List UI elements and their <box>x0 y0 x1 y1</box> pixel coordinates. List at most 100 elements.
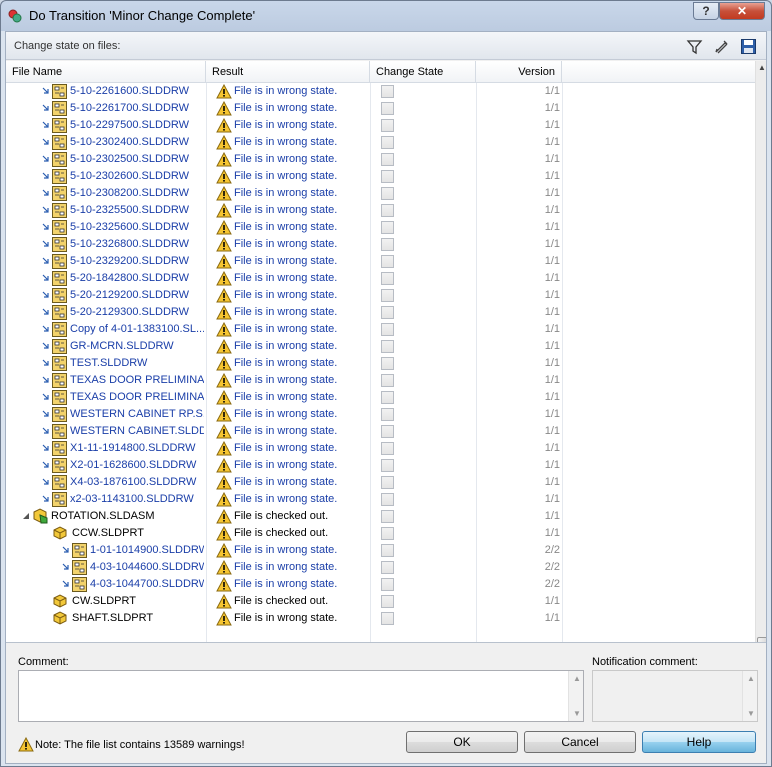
change-state-checkbox[interactable] <box>381 578 394 591</box>
table-row[interactable]: 5-10-2261700.SLDDRW File is in wrong stat… <box>6 100 751 117</box>
version-text: 1/1 <box>544 391 560 403</box>
file-name: GR-MCRN.SLDDRW <box>70 340 174 352</box>
table-row[interactable]: 5-10-2302600.SLDDRW File is in wrong stat… <box>6 168 751 185</box>
change-state-checkbox[interactable] <box>381 323 394 336</box>
table-row[interactable]: 5-10-2308200.SLDDRW File is in wrong stat… <box>6 185 751 202</box>
change-state-checkbox[interactable] <box>381 459 394 472</box>
change-state-checkbox[interactable] <box>381 170 394 183</box>
table-row[interactable]: X2-01-1628600.SLDDRW File is in wrong sta… <box>6 457 751 474</box>
table-row[interactable]: 5-20-2129200.SLDDRW File is in wrong stat… <box>6 287 751 304</box>
table-row[interactable]: TEXAS DOOR PRELIMINA... File is in wrong … <box>6 389 751 406</box>
table-row[interactable]: 5-10-2326800.SLDDRW File is in wrong stat… <box>6 236 751 253</box>
change-state-checkbox[interactable] <box>381 612 394 625</box>
change-state-checkbox[interactable] <box>381 340 394 353</box>
file-name: 5-10-2329200.SLDDRW <box>70 255 190 267</box>
close-button[interactable]: ✕ <box>719 2 765 20</box>
file-list[interactable]: File Name Result Change State Version 5-… <box>6 61 766 643</box>
table-row[interactable]: WESTERN CABINET.SLDD... File is in wrong … <box>6 423 751 440</box>
change-state-checkbox[interactable] <box>381 102 394 115</box>
change-state-checkbox[interactable] <box>381 153 394 166</box>
table-row[interactable]: 1-01-1014900.SLDDRW File is in wrong stat… <box>6 542 751 559</box>
result-text: File is in wrong state. <box>234 357 338 369</box>
column-file-name[interactable]: File Name <box>6 61 206 83</box>
comment-field[interactable]: ▲ ▼ <box>18 670 584 722</box>
edit-columns-icon[interactable] <box>713 38 730 55</box>
column-change-state[interactable]: Change State <box>370 61 476 83</box>
change-state-checkbox[interactable] <box>381 272 394 285</box>
change-state-checkbox[interactable] <box>381 561 394 574</box>
table-row[interactable]: 5-10-2302500.SLDDRW File is in wrong stat… <box>6 151 751 168</box>
change-state-checkbox[interactable] <box>381 425 394 438</box>
change-state-checkbox[interactable] <box>381 595 394 608</box>
result-text: File is in wrong state. <box>234 476 338 488</box>
table-row[interactable]: 5-20-1842800.SLDDRW File is in wrong stat… <box>6 270 751 287</box>
change-state-checkbox[interactable] <box>381 510 394 523</box>
change-state-checkbox[interactable] <box>381 493 394 506</box>
table-row[interactable]: TEST.SLDDRW File is in wrong state. 1/1 <box>6 355 751 372</box>
change-state-checkbox[interactable] <box>381 442 394 455</box>
table-row[interactable]: 5-10-2302400.SLDDRW File is in wrong stat… <box>6 134 751 151</box>
table-row[interactable]: TEXAS DOOR PRELIMINA... File is in wrong … <box>6 372 751 389</box>
change-state-checkbox[interactable] <box>381 476 394 489</box>
file-name: 5-10-2297500.SLDDRW <box>70 119 190 131</box>
column-version[interactable]: Version <box>476 61 562 83</box>
table-row[interactable]: 5-10-2329200.SLDDRW File is in wrong stat… <box>6 253 751 270</box>
vertical-scrollbar[interactable]: ▲ ▼ <box>755 61 766 642</box>
change-state-checkbox[interactable] <box>381 408 394 421</box>
change-state-checkbox[interactable] <box>381 391 394 404</box>
comment-scrollbar[interactable]: ▲ ▼ <box>568 671 583 721</box>
result-text: File is in wrong state. <box>234 204 338 216</box>
help-button[interactable]: Help <box>642 731 756 753</box>
version-text: 1/1 <box>544 255 560 267</box>
change-state-checkbox[interactable] <box>381 204 394 217</box>
save-icon[interactable] <box>740 38 757 55</box>
table-row[interactable]: 5-10-2325500.SLDDRW File is in wrong stat… <box>6 202 751 219</box>
change-state-checkbox[interactable] <box>381 374 394 387</box>
table-row[interactable]: 5-10-2297500.SLDDRW File is in wrong stat… <box>6 117 751 134</box>
help-title-button[interactable]: ? <box>693 2 719 20</box>
table-row[interactable]: X4-03-1876100.SLDDRW File is in wrong sta… <box>6 474 751 491</box>
scroll-down-icon[interactable]: ▼ <box>573 709 581 718</box>
warning-icon <box>216 220 232 235</box>
change-state-checkbox[interactable] <box>381 136 394 149</box>
table-row[interactable]: 4-03-1044700.SLDDRW File is in wrong stat… <box>6 576 751 593</box>
drawing-file-icon <box>72 560 87 575</box>
table-row[interactable]: 5-10-2325600.SLDDRW File is in wrong stat… <box>6 219 751 236</box>
title-bar[interactable]: Do Transition 'Minor Change Complete' ? … <box>1 1 771 31</box>
change-state-checkbox[interactable] <box>381 527 394 540</box>
table-row[interactable]: SHAFT.SLDPRT File is in wrong state. 1/1 <box>6 610 751 627</box>
scroll-up-icon[interactable]: ▲ <box>573 674 581 683</box>
table-row[interactable]: GR-MCRN.SLDDRW File is in wrong state. 1/1 <box>6 338 751 355</box>
change-state-checkbox[interactable] <box>381 357 394 370</box>
table-row[interactable]: 5-20-2129300.SLDDRW File is in wrong stat… <box>6 304 751 321</box>
table-row[interactable]: x2-03-1143100.SLDDRW File is in wrong sta… <box>6 491 751 508</box>
scroll-thumb[interactable] <box>757 637 766 642</box>
table-row[interactable]: X1-11-1914800.SLDDRW File is in wrong sta… <box>6 440 751 457</box>
cancel-button[interactable]: Cancel <box>524 731 636 753</box>
change-state-checkbox[interactable] <box>381 544 394 557</box>
ok-button[interactable]: OK <box>406 731 518 753</box>
change-state-checkbox[interactable] <box>381 306 394 319</box>
change-state-checkbox[interactable] <box>381 238 394 251</box>
file-name: 5-10-2261600.SLDDRW <box>70 85 190 97</box>
filter-icon[interactable] <box>686 38 703 55</box>
table-row[interactable]: Copy of 4-01-1383100.SL... File is in wro… <box>6 321 751 338</box>
table-row[interactable]: ROTATION.SLDASM File is checked out. 1/1 <box>6 508 751 525</box>
table-row[interactable]: CCW.SLDPRT File is checked out. 1/1 <box>6 525 751 542</box>
change-state-checkbox[interactable] <box>381 85 394 98</box>
change-state-checkbox[interactable] <box>381 289 394 302</box>
version-text: 1/1 <box>544 340 560 352</box>
table-row[interactable]: 4-03-1044600.SLDDRW File is in wrong stat… <box>6 559 751 576</box>
change-state-checkbox[interactable] <box>381 119 394 132</box>
change-state-checkbox[interactable] <box>381 221 394 234</box>
collapse-toggle-icon[interactable] <box>22 512 30 520</box>
change-state-checkbox[interactable] <box>381 255 394 268</box>
column-result[interactable]: Result <box>206 61 370 83</box>
change-state-checkbox[interactable] <box>381 187 394 200</box>
file-name: 5-20-2129300.SLDDRW <box>70 306 190 318</box>
table-row[interactable]: 5-10-2261600.SLDDRW File is in wrong stat… <box>6 83 751 100</box>
scroll-up-icon[interactable]: ▲ <box>758 63 766 72</box>
table-row[interactable]: WESTERN CABINET RP.S... File is in wrong … <box>6 406 751 423</box>
table-row[interactable]: CW.SLDPRT File is checked out. 1/1 <box>6 593 751 610</box>
version-text: 1/1 <box>544 476 560 488</box>
